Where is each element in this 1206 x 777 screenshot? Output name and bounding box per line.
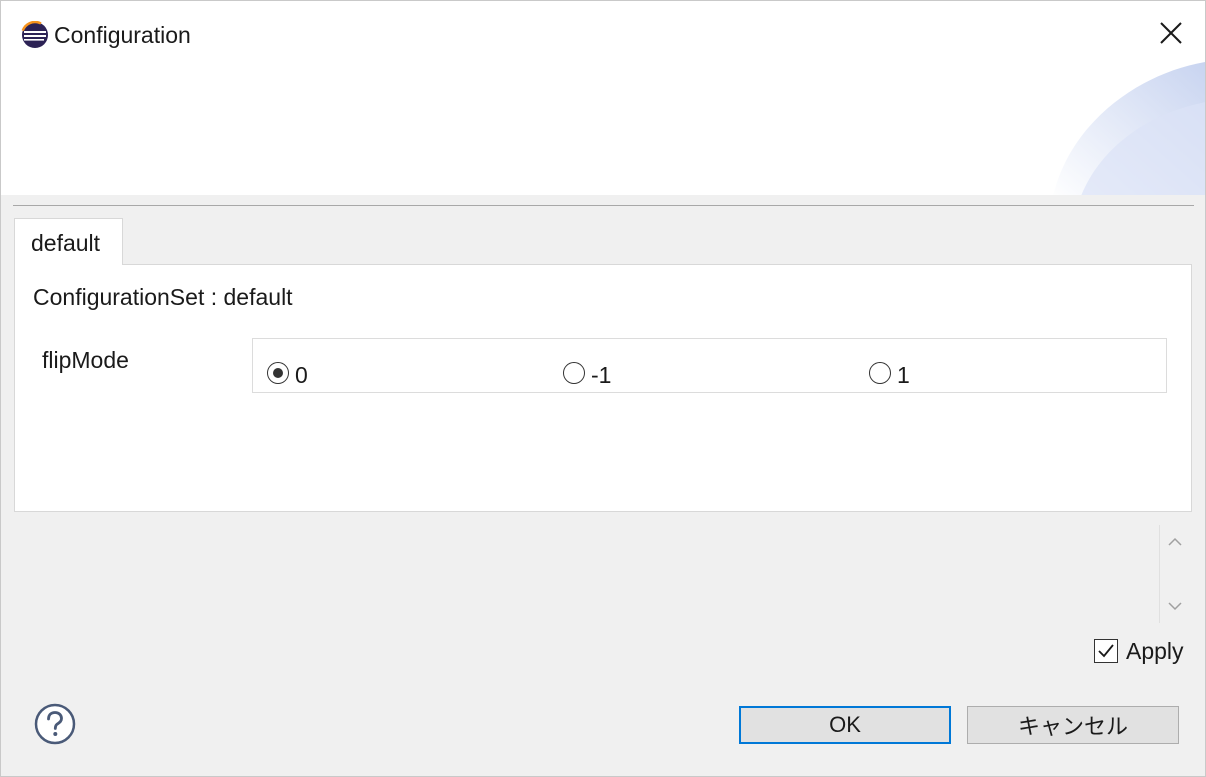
radio-label: 0 bbox=[295, 362, 308, 388]
ok-button[interactable]: OK bbox=[739, 706, 951, 744]
config-set-value: default bbox=[223, 284, 293, 310]
dialog-title: Configuration bbox=[54, 22, 191, 48]
apply-checkbox-row[interactable]: Apply bbox=[1094, 637, 1184, 665]
apply-checkbox[interactable] bbox=[1094, 639, 1118, 663]
dialog-banner: Configuration bbox=[1, 1, 1205, 195]
config-set-caption: ConfigurationSet : bbox=[33, 284, 218, 310]
radio-option-minus1[interactable]: -1 bbox=[563, 360, 612, 388]
eclipse-icon bbox=[21, 21, 49, 49]
tab-panel: ConfigurationSet : default flipMode 0 -1… bbox=[14, 264, 1192, 512]
radio-button[interactable] bbox=[563, 362, 585, 384]
cancel-button[interactable]: キャンセル bbox=[967, 706, 1179, 744]
configuration-dialog: Configuration default ConfigurationSet :… bbox=[0, 0, 1206, 777]
close-button[interactable] bbox=[1149, 11, 1193, 55]
flipmode-radio-group: 0 -1 1 bbox=[252, 338, 1167, 393]
parameter-name: flipMode bbox=[42, 347, 129, 373]
checkmark-icon bbox=[1098, 644, 1114, 658]
radio-option-1[interactable]: 1 bbox=[869, 360, 910, 388]
banner-separator bbox=[13, 205, 1194, 206]
close-icon bbox=[1160, 22, 1182, 44]
radio-option-0[interactable]: 0 bbox=[267, 360, 308, 388]
banner-decoration bbox=[1053, 62, 1205, 195]
radio-button[interactable] bbox=[869, 362, 891, 384]
chevron-up-icon[interactable] bbox=[1166, 535, 1184, 549]
tab-default[interactable]: default bbox=[14, 218, 123, 265]
chevron-down-icon[interactable] bbox=[1166, 599, 1184, 613]
tab-label: default bbox=[31, 230, 101, 256]
apply-label: Apply bbox=[1126, 638, 1184, 664]
configuration-set-label: ConfigurationSet : default bbox=[33, 283, 293, 311]
scrollbar[interactable] bbox=[1159, 525, 1190, 623]
radio-label: 1 bbox=[897, 362, 910, 388]
help-icon[interactable] bbox=[34, 703, 76, 745]
radio-button-checked[interactable] bbox=[267, 362, 289, 384]
radio-label: -1 bbox=[591, 362, 612, 388]
